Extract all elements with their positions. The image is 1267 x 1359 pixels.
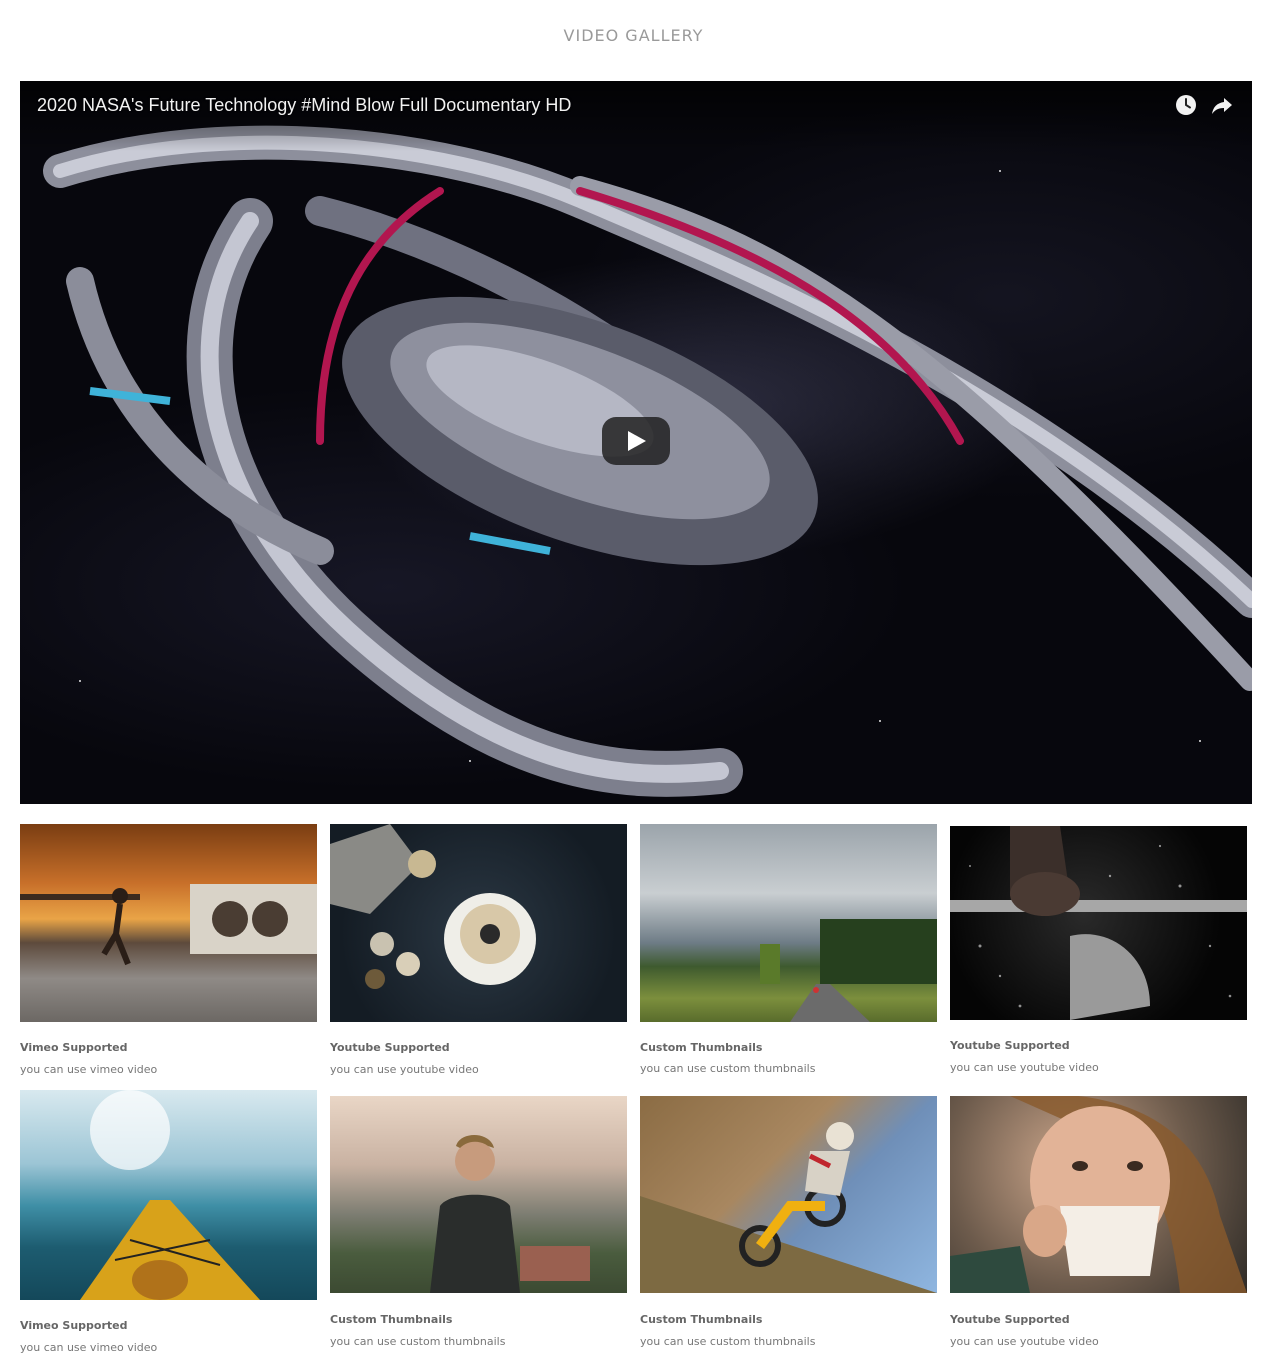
barbell-image bbox=[950, 826, 1247, 1020]
video-thumbnail-woman-coffee[interactable] bbox=[950, 1096, 1247, 1293]
video-label: Custom Thumbnails bbox=[330, 1313, 453, 1326]
video-title[interactable]: 2020 NASA's Future Technology #Mind Blow… bbox=[37, 95, 571, 116]
video-thumbnail-food[interactable] bbox=[330, 824, 627, 1022]
clock-icon[interactable] bbox=[1174, 93, 1198, 117]
video-caption: you can use vimeo video bbox=[20, 1063, 158, 1076]
video-caption: you can use custom thumbnails bbox=[640, 1062, 816, 1075]
road-image bbox=[760, 919, 937, 1022]
video-thumbnail-man-looking[interactable] bbox=[330, 1096, 627, 1293]
video-label: Vimeo Supported bbox=[20, 1041, 128, 1054]
runner-image bbox=[20, 884, 317, 966]
video-thumbnail-kayak[interactable] bbox=[20, 1090, 317, 1300]
play-button[interactable] bbox=[602, 417, 670, 465]
player-header-shade bbox=[20, 81, 1252, 151]
video-caption: you can use vimeo video bbox=[20, 1341, 158, 1354]
food-image bbox=[330, 824, 536, 989]
video-label: Youtube Supported bbox=[950, 1313, 1070, 1326]
share-icon[interactable] bbox=[1210, 93, 1234, 117]
video-thumbnail-barbell[interactable] bbox=[950, 826, 1247, 1020]
play-icon bbox=[628, 431, 646, 451]
woman-image bbox=[950, 1096, 1247, 1293]
man-image bbox=[430, 1134, 590, 1293]
video-label: Youtube Supported bbox=[330, 1041, 450, 1054]
video-caption: you can use custom thumbnails bbox=[330, 1335, 506, 1348]
video-caption: you can use youtube video bbox=[330, 1063, 479, 1076]
video-label: Custom Thumbnails bbox=[640, 1313, 763, 1326]
video-caption: you can use custom thumbnails bbox=[640, 1335, 816, 1348]
video-thumbnail-motocross[interactable] bbox=[640, 1096, 937, 1293]
video-label: Custom Thumbnails bbox=[640, 1041, 763, 1054]
motocross-image bbox=[640, 1122, 937, 1293]
video-label: Youtube Supported bbox=[950, 1039, 1070, 1052]
video-thumbnail-runner[interactable] bbox=[20, 824, 317, 1022]
video-caption: you can use youtube video bbox=[950, 1335, 1099, 1348]
video-thumbnail-road[interactable] bbox=[640, 824, 937, 1022]
kayak-image bbox=[80, 1090, 260, 1300]
gallery-title: VIDEO GALLERY bbox=[563, 26, 704, 45]
main-video-player[interactable]: 2020 NASA's Future Technology #Mind Blow… bbox=[20, 81, 1252, 804]
video-label: Vimeo Supported bbox=[20, 1319, 128, 1332]
video-caption: you can use youtube video bbox=[950, 1061, 1099, 1074]
